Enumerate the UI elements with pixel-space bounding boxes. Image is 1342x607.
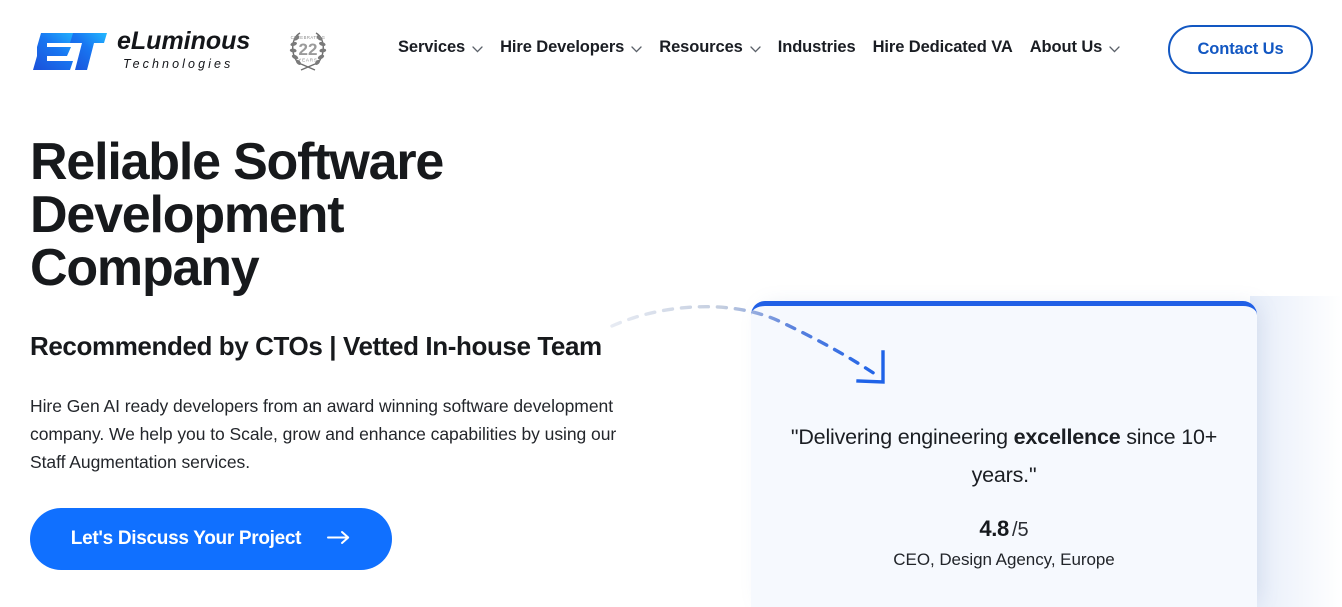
brand-logo[interactable]: eLuminous Technologies CELEBRATING 22 YE… (29, 24, 333, 79)
brand-tagline-text: Technologies (123, 57, 233, 71)
contact-us-button[interactable]: Contact Us (1168, 25, 1313, 74)
cta-label: Let's Discuss Your Project (70, 528, 302, 549)
site-header: eLuminous Technologies CELEBRATING 22 YE… (0, 0, 1342, 100)
nav-item-industries[interactable]: Industries (778, 36, 856, 58)
badge-bottom-text: YEARS (298, 58, 318, 63)
brand-wordmark: eLuminous Technologies (117, 26, 269, 77)
testimonial-card: "Delivering engineering excellence since… (751, 301, 1257, 607)
landing-page: eLuminous Technologies CELEBRATING 22 YE… (0, 0, 1342, 607)
card-glow-decoration (1250, 296, 1342, 607)
nav-label: Services (398, 38, 466, 56)
brand-name-text: eLuminous (117, 27, 250, 55)
nav-label: Hire Dedicated VA (872, 38, 1013, 56)
anniversary-badge-icon: CELEBRATING 22 YEARS (283, 24, 333, 79)
arrow-right-icon (327, 530, 351, 548)
chevron-down-icon (1109, 39, 1120, 58)
nav-item-resources[interactable]: Resources (659, 36, 761, 58)
et-logo-icon (29, 27, 107, 76)
quote-text-start: "Delivering engineering (790, 425, 1014, 449)
nav-item-about-us[interactable]: About Us (1030, 36, 1121, 58)
hero-paragraph: Hire Gen AI ready developers from an awa… (30, 396, 617, 472)
nav-label: Industries (777, 38, 856, 56)
nav-item-services[interactable]: Services (398, 36, 483, 58)
rating-score: 4.8 (979, 516, 1009, 541)
quote-highlight: excellence (1013, 425, 1121, 449)
rating-out-of: /5 (1012, 519, 1029, 541)
hero-subheading: Recommended by CTOs | Vetted In-house Te… (30, 331, 602, 361)
testimonial-quote: "Delivering engineering excellence since… (751, 418, 1257, 494)
chevron-down-icon (472, 39, 483, 58)
chevron-down-icon (631, 39, 642, 58)
nav-label: Hire Developers (500, 38, 625, 56)
main-navigation: Services Hire Developers Resources Indus… (398, 36, 1120, 58)
nav-item-hire-developers[interactable]: Hire Developers (500, 36, 642, 58)
chevron-down-icon (750, 39, 761, 58)
testimonial-attribution: CEO, Design Agency, Europe (893, 550, 1115, 569)
nav-label: About Us (1029, 38, 1103, 56)
badge-number-text: 22 (299, 40, 318, 59)
rating-display: 4.8/5 (751, 516, 1257, 542)
hero-content: Reliable Software Development Company Re… (30, 136, 690, 570)
page-title: Reliable Software Development Company (30, 133, 444, 297)
discuss-project-button[interactable]: Let's Discuss Your Project (30, 508, 392, 570)
nav-label: Resources (659, 38, 743, 56)
nav-item-hire-dedicated-va[interactable]: Hire Dedicated VA (873, 36, 1013, 58)
